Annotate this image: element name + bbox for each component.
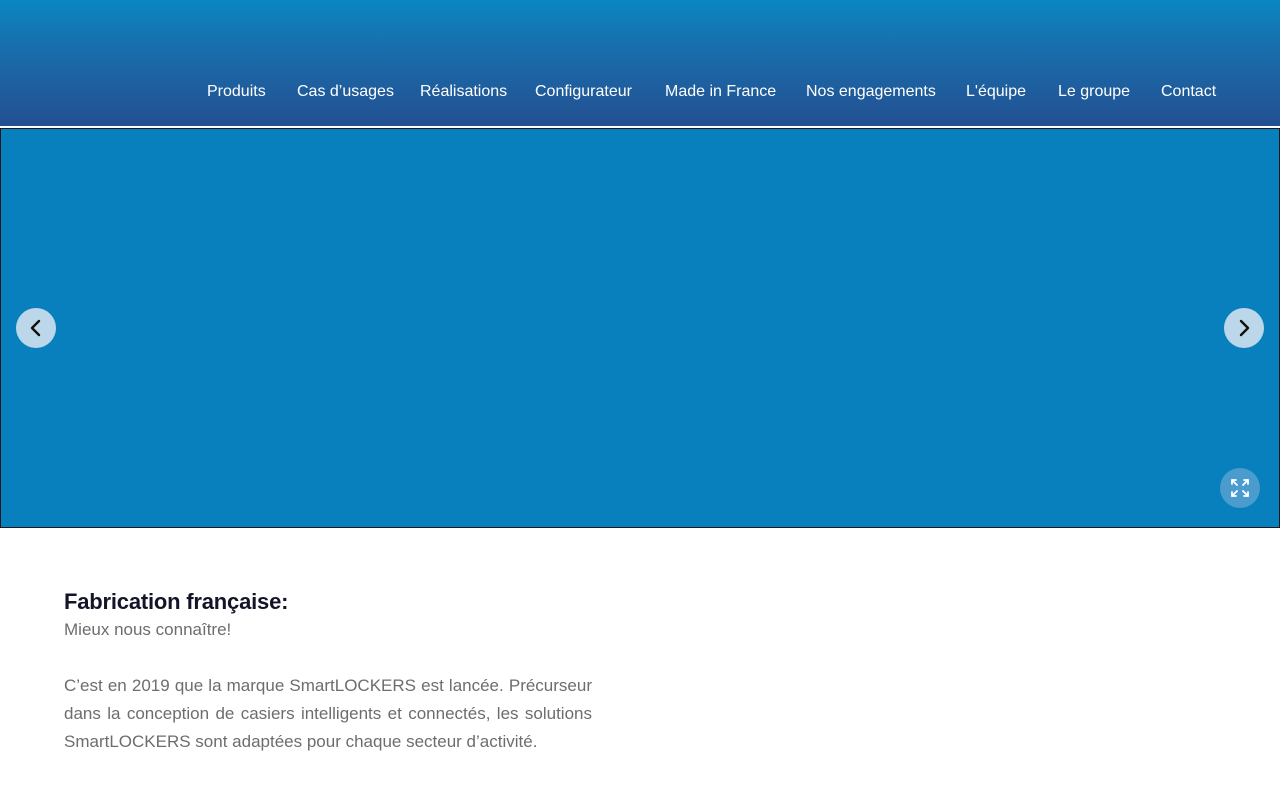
- nav-item-configurateur[interactable]: Configurateur: [535, 81, 632, 103]
- nav-item-equipe[interactable]: L'équipe: [966, 81, 1026, 103]
- section-heading: Fabrication française:: [64, 589, 289, 614]
- image-slider: [0, 128, 1280, 528]
- nav-item-produits[interactable]: Produits: [207, 81, 266, 103]
- about-section: Fabrication française: Mieux nous connaî…: [64, 588, 592, 756]
- nav-item-contact[interactable]: Contact: [1161, 81, 1216, 103]
- section-paragraph: C’est en 2019 que la marque SmartLOCKERS…: [64, 676, 592, 751]
- nav-item-cas-usages[interactable]: Cas d’usages: [297, 81, 394, 103]
- expand-icon: [1231, 479, 1249, 497]
- slider-prev-button[interactable]: [16, 308, 56, 348]
- nav-item-realisations[interactable]: Réalisations: [420, 81, 507, 103]
- nav-item-made-in-france[interactable]: Made in France: [665, 81, 776, 103]
- fullscreen-button[interactable]: [1220, 468, 1260, 508]
- chevron-left-icon: [30, 319, 41, 337]
- section-subtitle: Mieux nous connaître!: [64, 620, 232, 639]
- nav-item-le-groupe[interactable]: Le groupe: [1058, 81, 1130, 103]
- slider-next-button[interactable]: [1224, 308, 1264, 348]
- site-header: [0, 0, 1280, 126]
- nav-item-nos-engagements[interactable]: Nos engagements: [806, 81, 936, 103]
- main-navigation: Produits Cas d’usages Réalisations Confi…: [0, 81, 1280, 105]
- chevron-right-icon: [1239, 319, 1250, 337]
